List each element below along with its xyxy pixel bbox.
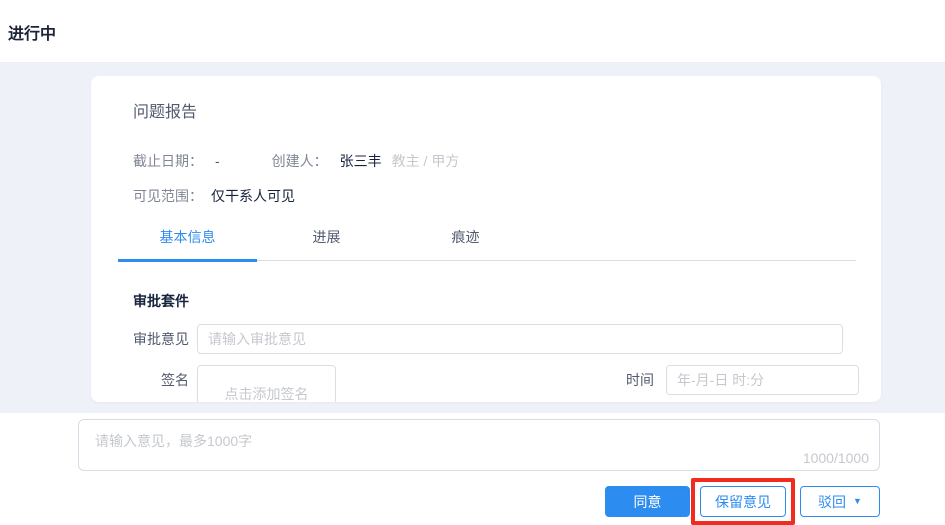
time-input[interactable] <box>666 365 859 395</box>
red-highlight-annotation: 保留意见 <box>691 478 795 525</box>
meta-row-second: 可见范围： 仅干系人可见 <box>133 186 859 206</box>
tab-trace[interactable]: 痕迹 <box>396 227 535 260</box>
comment-textarea[interactable] <box>79 420 879 470</box>
signature-add-box[interactable]: 点击添加签名 <box>197 365 336 402</box>
content-area: 问题报告 截止日期： - 创建人： 张三丰 教主 / 甲方 可见范围： 仅干系人… <box>0 63 945 413</box>
signature-placeholder-text: 点击添加签名 <box>224 385 309 402</box>
chevron-down-icon: ▼ <box>853 496 862 506</box>
page-header: 进行中 <box>0 0 945 63</box>
creator-name: 张三丰 <box>339 153 382 169</box>
comment-box: 1000/1000 <box>78 419 880 471</box>
reject-dropdown-button[interactable]: 驳回 ▼ <box>800 486 880 517</box>
approval-opinion-label: 审批意见 <box>133 331 189 347</box>
approval-opinion-input[interactable] <box>197 324 843 354</box>
tab-progress[interactable]: 进展 <box>257 227 396 260</box>
page-title: 进行中 <box>8 26 57 43</box>
time-label: 时间 <box>626 372 654 388</box>
deadline-label: 截止日期： <box>133 153 203 169</box>
deadline-value: - <box>215 153 220 169</box>
reject-button-label: 驳回 <box>818 493 847 510</box>
signature-time-row: 签名 点击添加签名 时间 <box>133 365 859 402</box>
card-title: 问题报告 <box>133 104 198 121</box>
creator-label: 创建人： <box>271 153 328 169</box>
visibility-value: 仅干系人可见 <box>211 188 295 204</box>
approval-opinion-row: 审批意见 <box>133 324 859 354</box>
reserve-opinion-button[interactable]: 保留意见 <box>700 486 786 517</box>
footer-action-bar: 1000/1000 同意 保留意见 驳回 ▼ <box>0 413 945 525</box>
signature-label: 签名 <box>161 372 189 388</box>
tab-bar: 基本信息 进展 痕迹 <box>118 227 856 262</box>
action-buttons: 同意 保留意见 驳回 ▼ <box>78 478 880 525</box>
creator-role: 教主 / 甲方 <box>391 153 460 169</box>
tab-basic-info[interactable]: 基本信息 <box>118 227 257 262</box>
visibility-label: 可见范围： <box>133 188 203 204</box>
meta-row-first: 截止日期： - 创建人： 张三丰 教主 / 甲方 <box>133 151 859 171</box>
agree-button[interactable]: 同意 <box>605 486 690 517</box>
time-group: 时间 <box>626 365 859 395</box>
task-detail-card: 问题报告 截止日期： - 创建人： 张三丰 教主 / 甲方 可见范围： 仅干系人… <box>91 76 881 402</box>
approval-section-title: 审批套件 <box>133 293 189 309</box>
